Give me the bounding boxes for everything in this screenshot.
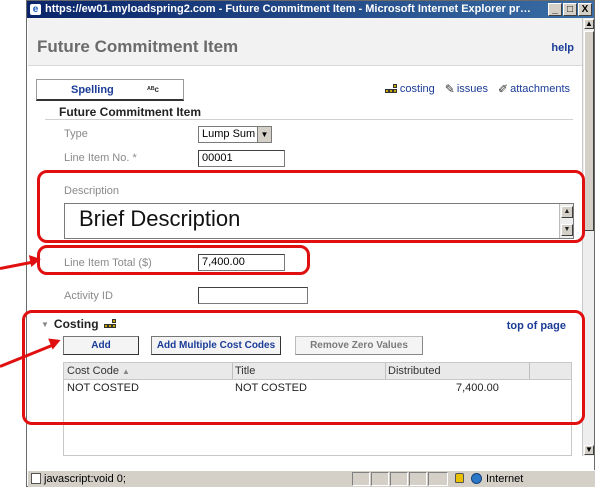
help-link[interactable]: help xyxy=(551,42,574,54)
annotation-arrow-head-icon xyxy=(28,253,43,267)
line-item-no-input[interactable]: 00001 xyxy=(198,150,285,167)
window-title-bar[interactable]: e https://ew01.myloadspring2.com - Futur… xyxy=(27,1,594,18)
line-item-total-highlight-box xyxy=(37,245,310,275)
tab-attachments[interactable]: ✐ attachments xyxy=(498,82,570,96)
page-title: Future Commitment Item xyxy=(37,37,239,56)
spell-check-icon: ᴬᴮc xyxy=(147,85,159,94)
scrollbar-thumb[interactable] xyxy=(584,31,594,231)
window-controls: _ □ X xyxy=(548,3,592,16)
costing-icon xyxy=(384,83,398,95)
status-text: javascript:void 0; xyxy=(44,473,126,485)
tab-issues[interactable]: ✎ issues xyxy=(445,82,488,96)
minimize-button[interactable]: _ xyxy=(548,3,562,16)
status-bar: javascript:void 0; Internet xyxy=(28,470,595,487)
window-title: https://ew01.myloadspring2.com - Future … xyxy=(45,3,537,15)
scroll-up-arrow-icon[interactable]: ▲ xyxy=(584,19,594,29)
attachments-icon: ✐ xyxy=(498,82,509,96)
status-panel xyxy=(390,472,408,486)
page-header: Future Commitment Item help xyxy=(28,18,583,66)
chevron-down-icon[interactable]: ▼ xyxy=(257,127,271,142)
activity-id-label: Activity ID xyxy=(64,290,113,302)
tab-issues-label: issues xyxy=(456,83,489,95)
scroll-down-arrow-icon[interactable]: ▼ xyxy=(584,445,594,455)
issues-icon: ✎ xyxy=(444,82,455,96)
description-highlight-box xyxy=(37,170,585,243)
tab-attachments-label: attachments xyxy=(510,83,570,95)
section-tabs: costing ✎ issues ✐ attachments xyxy=(384,82,570,96)
spelling-button[interactable]: Spelling ᴬᴮc xyxy=(36,79,184,101)
type-select[interactable]: Lump Sum ▼ xyxy=(198,126,272,143)
line-item-no-label: Line Item No. * xyxy=(64,152,137,164)
costing-highlight-box xyxy=(22,310,585,425)
type-label: Type xyxy=(64,128,88,140)
page-icon xyxy=(31,473,41,484)
maximize-button[interactable]: □ xyxy=(563,3,577,16)
form-heading-divider xyxy=(45,119,573,120)
lock-icon xyxy=(455,473,464,483)
type-select-value: Lump Sum xyxy=(202,128,256,140)
spelling-label: Spelling xyxy=(71,84,114,96)
status-panel xyxy=(371,472,389,486)
tab-costing-label: costing xyxy=(399,83,435,95)
status-panel xyxy=(352,472,370,486)
close-button[interactable]: X xyxy=(578,3,592,16)
form-heading: Future Commitment Item xyxy=(59,105,202,119)
globe-icon xyxy=(471,473,482,484)
status-panel xyxy=(428,472,448,486)
status-panel xyxy=(409,472,427,486)
security-zone-label: Internet xyxy=(486,473,524,485)
internet-explorer-icon: e xyxy=(30,4,41,15)
tab-costing[interactable]: costing xyxy=(384,82,435,96)
activity-id-input[interactable] xyxy=(198,287,308,304)
